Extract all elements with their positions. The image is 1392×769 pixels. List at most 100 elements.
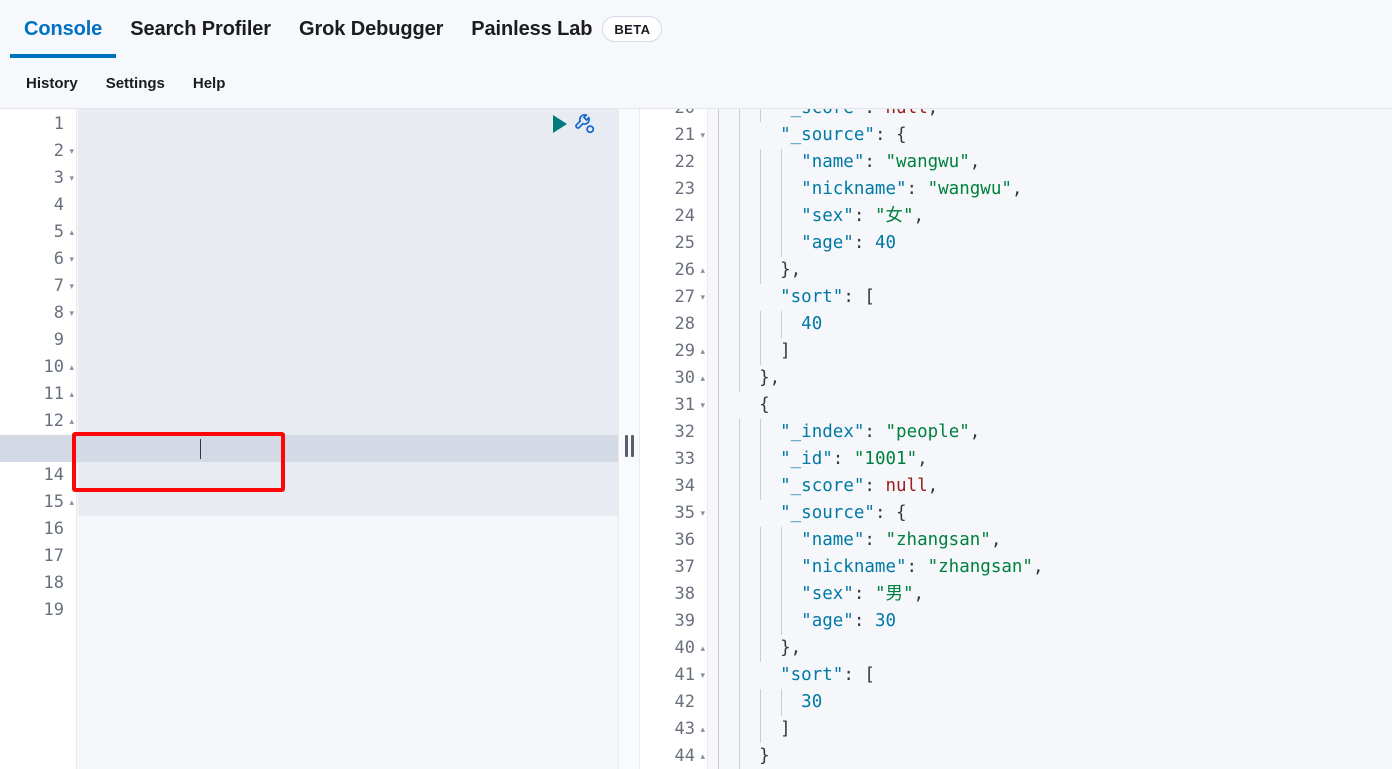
fold-toggle-icon[interactable]: ▾ bbox=[69, 300, 74, 327]
indent-guide bbox=[739, 662, 740, 689]
line-number: 9 bbox=[54, 327, 64, 354]
indent-guide bbox=[781, 689, 782, 716]
line-number: 8 bbox=[54, 300, 64, 327]
request-editor-pane[interactable]: 12▾3▾45▴6▾7▾8▾910▴11▴12▴131415▴16171819 … bbox=[0, 109, 618, 769]
tab-painless-lab[interactable]: Painless Lab BETA bbox=[457, 0, 676, 58]
indent-guide bbox=[718, 149, 719, 176]
indent-guide bbox=[739, 257, 740, 284]
indent-guide bbox=[760, 635, 761, 662]
indent-guide bbox=[718, 608, 719, 635]
line-number: 35 bbox=[675, 500, 695, 527]
code-line: 40 bbox=[801, 311, 822, 338]
indent-guide bbox=[760, 554, 761, 581]
line-number: 21 bbox=[675, 122, 695, 149]
code-line: 30 bbox=[801, 689, 822, 716]
response-viewer-pane[interactable]: 2021▾2223242526▴27▾2829▴30▴31▾32333435▾3… bbox=[640, 109, 1392, 769]
code-line: }, bbox=[780, 635, 801, 662]
fold-toggle-icon[interactable]: ▾ bbox=[700, 662, 705, 689]
fold-toggle-icon[interactable]: ▴ bbox=[69, 354, 74, 381]
line-number: 42 bbox=[675, 689, 695, 716]
line-number: 26 bbox=[675, 257, 695, 284]
line-number: 28 bbox=[675, 311, 695, 338]
line-number: 18 bbox=[44, 570, 64, 597]
fold-toggle-icon[interactable]: ▴ bbox=[700, 365, 705, 392]
fold-toggle-icon[interactable]: ▴ bbox=[700, 257, 705, 284]
line-number: 1 bbox=[54, 111, 64, 138]
line-number: 44 bbox=[675, 743, 695, 769]
indent-guide bbox=[781, 608, 782, 635]
fold-toggle-icon[interactable]: ▴ bbox=[69, 408, 74, 435]
indent-guide bbox=[781, 176, 782, 203]
active-line-highlight bbox=[0, 435, 618, 462]
indent-guide bbox=[760, 338, 761, 365]
code-line: "_source": { bbox=[780, 500, 906, 527]
indent-guide bbox=[718, 500, 719, 527]
fold-toggle-icon[interactable]: ▴ bbox=[700, 716, 705, 743]
line-number: 38 bbox=[675, 581, 695, 608]
fold-toggle-icon[interactable]: ▾ bbox=[69, 273, 74, 300]
fold-toggle-icon[interactable]: ▴ bbox=[700, 743, 705, 769]
submenu-item-history[interactable]: History bbox=[12, 75, 92, 92]
indent-guide bbox=[739, 500, 740, 527]
text-caret bbox=[200, 439, 201, 459]
fold-toggle-icon[interactable]: ▴ bbox=[69, 489, 74, 516]
wrench-icon[interactable] bbox=[573, 112, 597, 136]
line-number: 2 bbox=[54, 138, 64, 165]
response-viewer-content[interactable]: "_score": null,"_source": {"name": "wang… bbox=[709, 109, 1392, 769]
tab-search-profiler[interactable]: Search Profiler bbox=[116, 0, 285, 58]
indent-guide bbox=[718, 527, 719, 554]
indent-guide bbox=[739, 284, 740, 311]
indent-guide bbox=[718, 284, 719, 311]
line-number: 17 bbox=[44, 543, 64, 570]
fold-toggle-icon[interactable]: ▾ bbox=[69, 246, 74, 273]
submenu-item-settings[interactable]: Settings bbox=[92, 75, 179, 92]
fold-toggle-icon[interactable]: ▾ bbox=[69, 165, 74, 192]
indent-guide bbox=[760, 446, 761, 473]
code-line: "_score": null, bbox=[780, 109, 938, 122]
code-line: "sort": [ bbox=[780, 284, 875, 311]
tab-console[interactable]: Console bbox=[10, 0, 116, 58]
code-line: { bbox=[759, 392, 770, 419]
indent-guide bbox=[718, 473, 719, 500]
fold-toggle-icon[interactable]: ▾ bbox=[700, 284, 705, 311]
indent-guide bbox=[718, 311, 719, 338]
indent-guide bbox=[760, 473, 761, 500]
indent-guide bbox=[718, 662, 719, 689]
fold-toggle-icon[interactable]: ▴ bbox=[700, 635, 705, 662]
tab-grok-debugger[interactable]: Grok Debugger bbox=[285, 0, 457, 58]
response-viewer-gutter[interactable]: 2021▾2223242526▴27▾2829▴30▴31▾32333435▾3… bbox=[640, 109, 708, 769]
console-panes: 12▾3▾45▴6▾7▾8▾910▴11▴12▴131415▴16171819 … bbox=[0, 109, 1392, 769]
indent-guide bbox=[718, 554, 719, 581]
submenu-item-help[interactable]: Help bbox=[179, 75, 240, 92]
play-icon[interactable] bbox=[551, 114, 569, 134]
fold-toggle-icon[interactable]: ▴ bbox=[69, 381, 74, 408]
indent-guide bbox=[781, 554, 782, 581]
code-line: "sex": "男", bbox=[801, 581, 924, 608]
pane-resize-handle[interactable] bbox=[618, 109, 640, 769]
fold-toggle-icon[interactable]: ▾ bbox=[700, 122, 705, 149]
line-number: 43 bbox=[675, 716, 695, 743]
code-line: "nickname": "wangwu", bbox=[801, 176, 1022, 203]
line-number: 6 bbox=[54, 246, 64, 273]
resize-grip-bar-2 bbox=[631, 435, 634, 457]
code-line: "age": 40 bbox=[801, 230, 896, 257]
indent-guide bbox=[718, 446, 719, 473]
code-line: } bbox=[759, 743, 770, 769]
fold-toggle-icon[interactable]: ▴ bbox=[700, 338, 705, 365]
fold-toggle-icon[interactable]: ▴ bbox=[69, 219, 74, 246]
fold-toggle-icon[interactable]: ▾ bbox=[69, 138, 74, 165]
indent-guide bbox=[781, 581, 782, 608]
indent-guide bbox=[739, 446, 740, 473]
fold-toggle-icon[interactable]: ▾ bbox=[700, 500, 705, 527]
indent-guide bbox=[760, 689, 761, 716]
indent-guide bbox=[760, 230, 761, 257]
fold-toggle-icon[interactable]: ▾ bbox=[700, 392, 705, 419]
indent-guide bbox=[739, 554, 740, 581]
console-submenu-bar: History Settings Help bbox=[0, 58, 1392, 109]
indent-guide bbox=[739, 743, 740, 769]
indent-guide bbox=[781, 311, 782, 338]
code-line: "_id": "1001", bbox=[780, 446, 928, 473]
line-number: 39 bbox=[675, 608, 695, 635]
indent-guide bbox=[739, 635, 740, 662]
code-line: "sort": [ bbox=[780, 662, 875, 689]
